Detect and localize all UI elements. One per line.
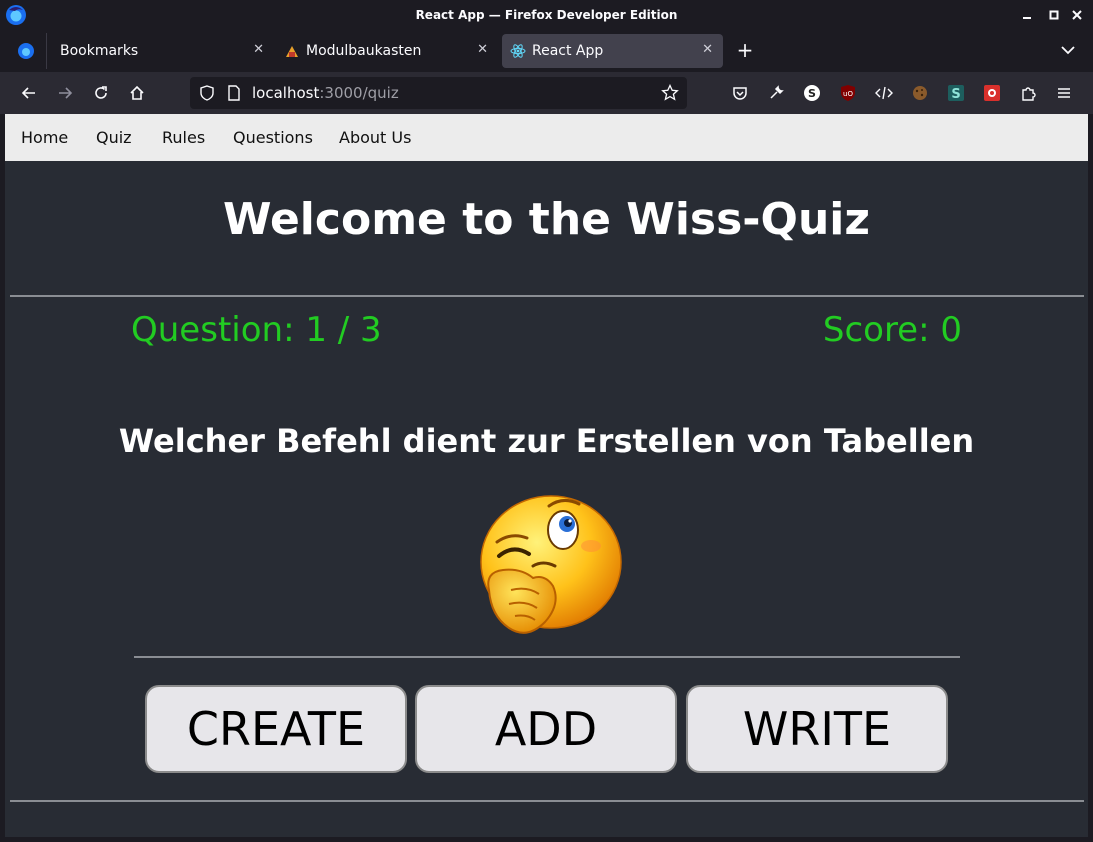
divider <box>10 800 1084 802</box>
tab-close-icon[interactable]: ✕ <box>253 42 264 57</box>
home-icon[interactable] <box>125 81 149 105</box>
s-extension-icon[interactable]: S <box>802 83 822 103</box>
tab-bookmarks[interactable]: Bookmarks ✕ <box>48 34 274 68</box>
tab-label: React App <box>532 43 604 59</box>
extensions-puzzle-icon[interactable] <box>1018 83 1038 103</box>
window-title: React App — Firefox Developer Edition <box>415 8 678 22</box>
nav-link-about-us[interactable]: About Us <box>339 128 411 147</box>
nav-link-rules[interactable]: Rules <box>162 128 205 147</box>
tab-react-app[interactable]: React App ✕ <box>502 34 723 68</box>
question-counter: Question: 1 / 3 <box>131 310 382 350</box>
nav-link-home[interactable]: Home <box>21 128 68 147</box>
svg-text:uO: uO <box>843 90 853 98</box>
modulbaukasten-favicon-icon <box>286 46 298 57</box>
svg-text:S: S <box>951 87 960 102</box>
react-favicon-icon <box>510 44 526 58</box>
divider <box>10 295 1084 297</box>
nav-link-questions[interactable]: Questions <box>233 128 313 147</box>
divider <box>134 656 960 658</box>
page-icon[interactable] <box>227 85 241 101</box>
wrench-icon[interactable] <box>766 83 786 103</box>
close-window-icon[interactable] <box>1068 6 1086 24</box>
bookmark-star-icon[interactable] <box>661 84 679 102</box>
thinking-emoji-icon <box>480 495 622 634</box>
question-text: Welcher Befehl dient zur Erstellen von T… <box>118 422 975 460</box>
back-icon[interactable] <box>17 81 41 105</box>
tab-modulbaukasten[interactable]: Modulbaukasten ✕ <box>276 34 498 68</box>
stylus-icon[interactable]: S <box>946 83 966 103</box>
answer-button-write[interactable]: WRITE <box>686 685 948 773</box>
tab-strip: Bookmarks ✕ Modulbaukasten ✕ React App ✕… <box>0 30 1093 72</box>
nav-link-quiz[interactable]: Quiz <box>96 128 132 147</box>
pocket-icon[interactable] <box>730 83 750 103</box>
answer-button-create[interactable]: CREATE <box>145 685 407 773</box>
window-titlebar: React App — Firefox Developer Edition <box>0 0 1093 30</box>
tab-close-icon[interactable]: ✕ <box>702 42 713 57</box>
url-bar[interactable]: localhost:3000/quiz <box>190 77 687 109</box>
url-host: localhost <box>252 84 320 102</box>
navigation-toolbar: localhost:3000/quiz S uO S <box>0 72 1093 114</box>
firefox-view-button[interactable] <box>5 33 47 69</box>
minimize-icon[interactable] <box>1018 6 1036 24</box>
forward-icon[interactable] <box>53 81 77 105</box>
tab-label: Bookmarks <box>60 43 139 59</box>
page-title: Welcome to the Wiss-Quiz <box>223 194 870 245</box>
ublock-origin-icon[interactable]: uO <box>838 83 858 103</box>
shield-icon[interactable] <box>199 85 215 101</box>
page-content: Home Quiz Rules Questions About Us Welco… <box>5 114 1088 837</box>
cookie-icon[interactable] <box>910 83 930 103</box>
app-navbar: Home Quiz Rules Questions About Us <box>5 114 1088 161</box>
url-path: :3000/quiz <box>319 84 399 102</box>
reload-icon[interactable] <box>89 81 113 105</box>
maximize-icon[interactable] <box>1045 6 1063 24</box>
tab-label: Modulbaukasten <box>306 43 422 59</box>
code-icon[interactable] <box>874 83 894 103</box>
svg-text:S: S <box>808 87 816 100</box>
url-text[interactable]: localhost:3000/quiz <box>252 84 399 102</box>
chevron-down-icon[interactable] <box>1058 40 1078 60</box>
score-display: Score: 0 <box>822 310 962 350</box>
menu-hamburger-icon[interactable] <box>1054 83 1074 103</box>
firefox-view-icon <box>17 43 34 59</box>
tab-close-icon[interactable]: ✕ <box>477 42 488 57</box>
new-tab-icon[interactable]: + <box>733 38 757 62</box>
answer-button-add[interactable]: ADD <box>415 685 677 773</box>
red-extension-icon[interactable] <box>982 83 1002 103</box>
